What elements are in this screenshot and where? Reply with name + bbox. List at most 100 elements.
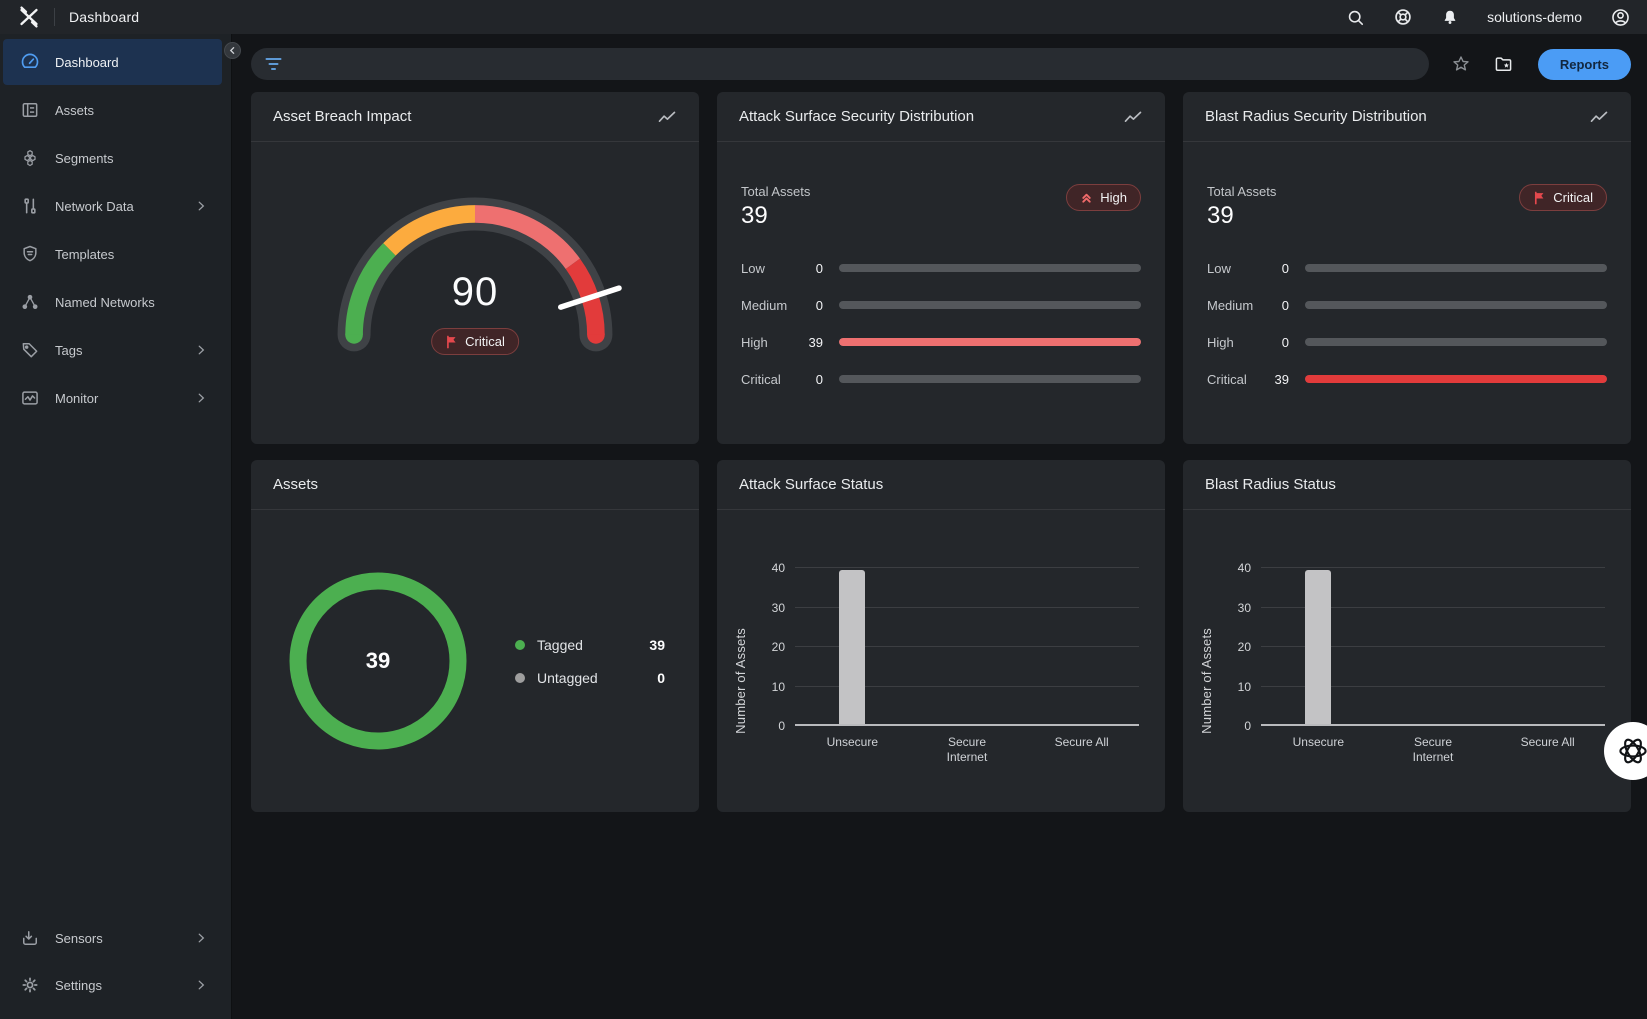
y-tick: 30 bbox=[772, 601, 785, 615]
sidebar-item-label: Tags bbox=[55, 343, 82, 358]
main-content: Reports Asset Breach Impact bbox=[232, 34, 1647, 1019]
sidebar-item-segments[interactable]: Segments bbox=[3, 135, 222, 181]
sidebar-item-tags[interactable]: Tags bbox=[3, 327, 222, 373]
status-badge-high: High bbox=[1066, 184, 1141, 211]
y-tick: 20 bbox=[772, 640, 785, 654]
sidebar-item-assets[interactable]: Assets bbox=[3, 87, 222, 133]
status-badge-critical: Critical bbox=[431, 328, 519, 355]
chevron-right-icon bbox=[194, 343, 208, 357]
severity-bar bbox=[1305, 375, 1607, 383]
sidebar-item-templates[interactable]: Templates bbox=[3, 231, 222, 277]
y-tick: 20 bbox=[1238, 640, 1251, 654]
chevron-right-icon bbox=[194, 931, 208, 945]
flag-icon bbox=[445, 335, 458, 349]
sidebar-item-network-data[interactable]: Network Data bbox=[3, 183, 222, 229]
sidebar-item-label: Segments bbox=[55, 151, 114, 166]
severity-bar bbox=[1305, 264, 1607, 272]
severity-bar bbox=[839, 375, 1141, 383]
sidebar-item-label: Monitor bbox=[55, 391, 98, 406]
card-header: Blast Radius Status bbox=[1183, 460, 1631, 510]
legend-dot-gray bbox=[515, 673, 525, 683]
sensors-icon bbox=[20, 928, 40, 948]
legend-item-untagged: Untagged 0 bbox=[515, 670, 665, 686]
total-assets-block: Total Assets 39 bbox=[741, 184, 810, 230]
filter-input[interactable] bbox=[251, 48, 1429, 80]
app-shell: Dashboard Assets Segments bbox=[0, 34, 1647, 1019]
y-axis-title: Number of Assets bbox=[733, 628, 748, 734]
x-axis-labels: Unsecure Secure Internet Secure All bbox=[1261, 735, 1605, 765]
y-tick: 40 bbox=[772, 561, 785, 575]
assets-legend: Tagged 39 Untagged 0 bbox=[515, 637, 665, 686]
card-blast-radius-status: Blast Radius Status Number of Assets 40 … bbox=[1183, 460, 1631, 812]
legend-item-tagged: Tagged 39 bbox=[515, 637, 665, 653]
card-header: Attack Surface Security Distribution bbox=[717, 92, 1165, 142]
y-axis-title: Number of Assets bbox=[1199, 628, 1214, 734]
sidebar-item-named-networks[interactable]: Named Networks bbox=[3, 279, 222, 325]
y-tick: 0 bbox=[1244, 719, 1251, 733]
help-lifebuoy-icon[interactable] bbox=[1393, 7, 1413, 27]
favorite-star-icon[interactable] bbox=[1451, 54, 1471, 74]
legend-dot-green bbox=[515, 640, 525, 650]
account-icon[interactable] bbox=[1610, 7, 1631, 28]
cards-grid: Asset Breach Impact bbox=[251, 92, 1631, 812]
assets-total: 39 bbox=[285, 568, 471, 754]
card-header: Attack Surface Status bbox=[717, 460, 1165, 510]
card-blast-radius-distribution: Blast Radius Security Distribution Total… bbox=[1183, 92, 1631, 444]
assets-donut-chart: 39 bbox=[285, 568, 471, 754]
segments-icon bbox=[20, 148, 40, 168]
total-assets-value: 39 bbox=[741, 202, 810, 230]
gridline bbox=[1261, 567, 1605, 568]
gridline bbox=[795, 567, 1139, 568]
card-title: Attack Surface Security Distribution bbox=[739, 108, 974, 125]
plot-area: 40 30 20 10 0 bbox=[1261, 568, 1605, 726]
chevron-right-icon bbox=[194, 978, 208, 992]
breach-impact-gauge: 90 Critical bbox=[310, 170, 640, 358]
tag-icon bbox=[20, 340, 40, 360]
x-axis-labels: Unsecure Secure Internet Secure All bbox=[795, 735, 1139, 765]
rosette-logo-icon bbox=[1615, 733, 1647, 769]
y-tick: 40 bbox=[1238, 561, 1251, 575]
chevron-right-icon bbox=[194, 391, 208, 405]
blast-radius-status-chart: Number of Assets 40 30 20 10 0 bbox=[1183, 510, 1631, 812]
trend-chart-icon[interactable] bbox=[1589, 108, 1609, 126]
gear-icon bbox=[20, 975, 40, 995]
sidebar-item-sensors[interactable]: Sensors bbox=[3, 915, 222, 961]
bar-unsecure bbox=[1305, 570, 1331, 724]
toolbar: Reports bbox=[251, 48, 1631, 80]
monitor-icon bbox=[20, 388, 40, 408]
severity-row-high: High 39 bbox=[741, 338, 1141, 346]
sidebar-item-settings[interactable]: Settings bbox=[3, 962, 222, 1008]
bell-icon[interactable] bbox=[1441, 8, 1459, 27]
breach-score: 90 bbox=[310, 270, 640, 315]
total-assets-label: Total Assets bbox=[741, 184, 810, 199]
app-logo-icon bbox=[16, 4, 42, 30]
sidebar-item-dashboard[interactable]: Dashboard bbox=[3, 39, 222, 85]
severity-bar bbox=[839, 338, 1141, 346]
sidebar-bottom: Sensors Settings bbox=[0, 914, 231, 1009]
severity-row-medium: Medium 0 bbox=[741, 301, 1141, 309]
sidebar-collapse-button[interactable] bbox=[224, 42, 241, 59]
shield-icon bbox=[20, 244, 40, 264]
topbar-divider bbox=[54, 8, 55, 26]
x-axis-line bbox=[1261, 724, 1605, 726]
x-axis-line bbox=[795, 724, 1139, 726]
trend-chart-icon[interactable] bbox=[657, 108, 677, 126]
y-tick: 0 bbox=[778, 719, 785, 733]
card-title: Blast Radius Security Distribution bbox=[1205, 108, 1427, 125]
account-name: solutions-demo bbox=[1487, 9, 1582, 25]
severity-rows: Low 0 Medium 0 High 0 bbox=[1207, 264, 1607, 383]
sidebar-item-label: Network Data bbox=[55, 199, 134, 214]
trend-chart-icon[interactable] bbox=[1123, 108, 1143, 126]
card-title: Attack Surface Status bbox=[739, 476, 883, 493]
report-folder-icon[interactable] bbox=[1493, 54, 1514, 74]
double-chevron-up-icon bbox=[1080, 191, 1093, 204]
page-title: Dashboard bbox=[69, 9, 139, 25]
search-icon[interactable] bbox=[1346, 8, 1365, 27]
reports-button[interactable]: Reports bbox=[1538, 49, 1631, 80]
total-assets-block: Total Assets 39 bbox=[1207, 184, 1276, 230]
card-header: Assets bbox=[251, 460, 699, 510]
card-attack-surface-status: Attack Surface Status Number of Assets 4… bbox=[717, 460, 1165, 812]
card-header: Blast Radius Security Distribution bbox=[1183, 92, 1631, 142]
severity-row-low: Low 0 bbox=[1207, 264, 1607, 272]
sidebar-item-monitor[interactable]: Monitor bbox=[3, 375, 222, 421]
